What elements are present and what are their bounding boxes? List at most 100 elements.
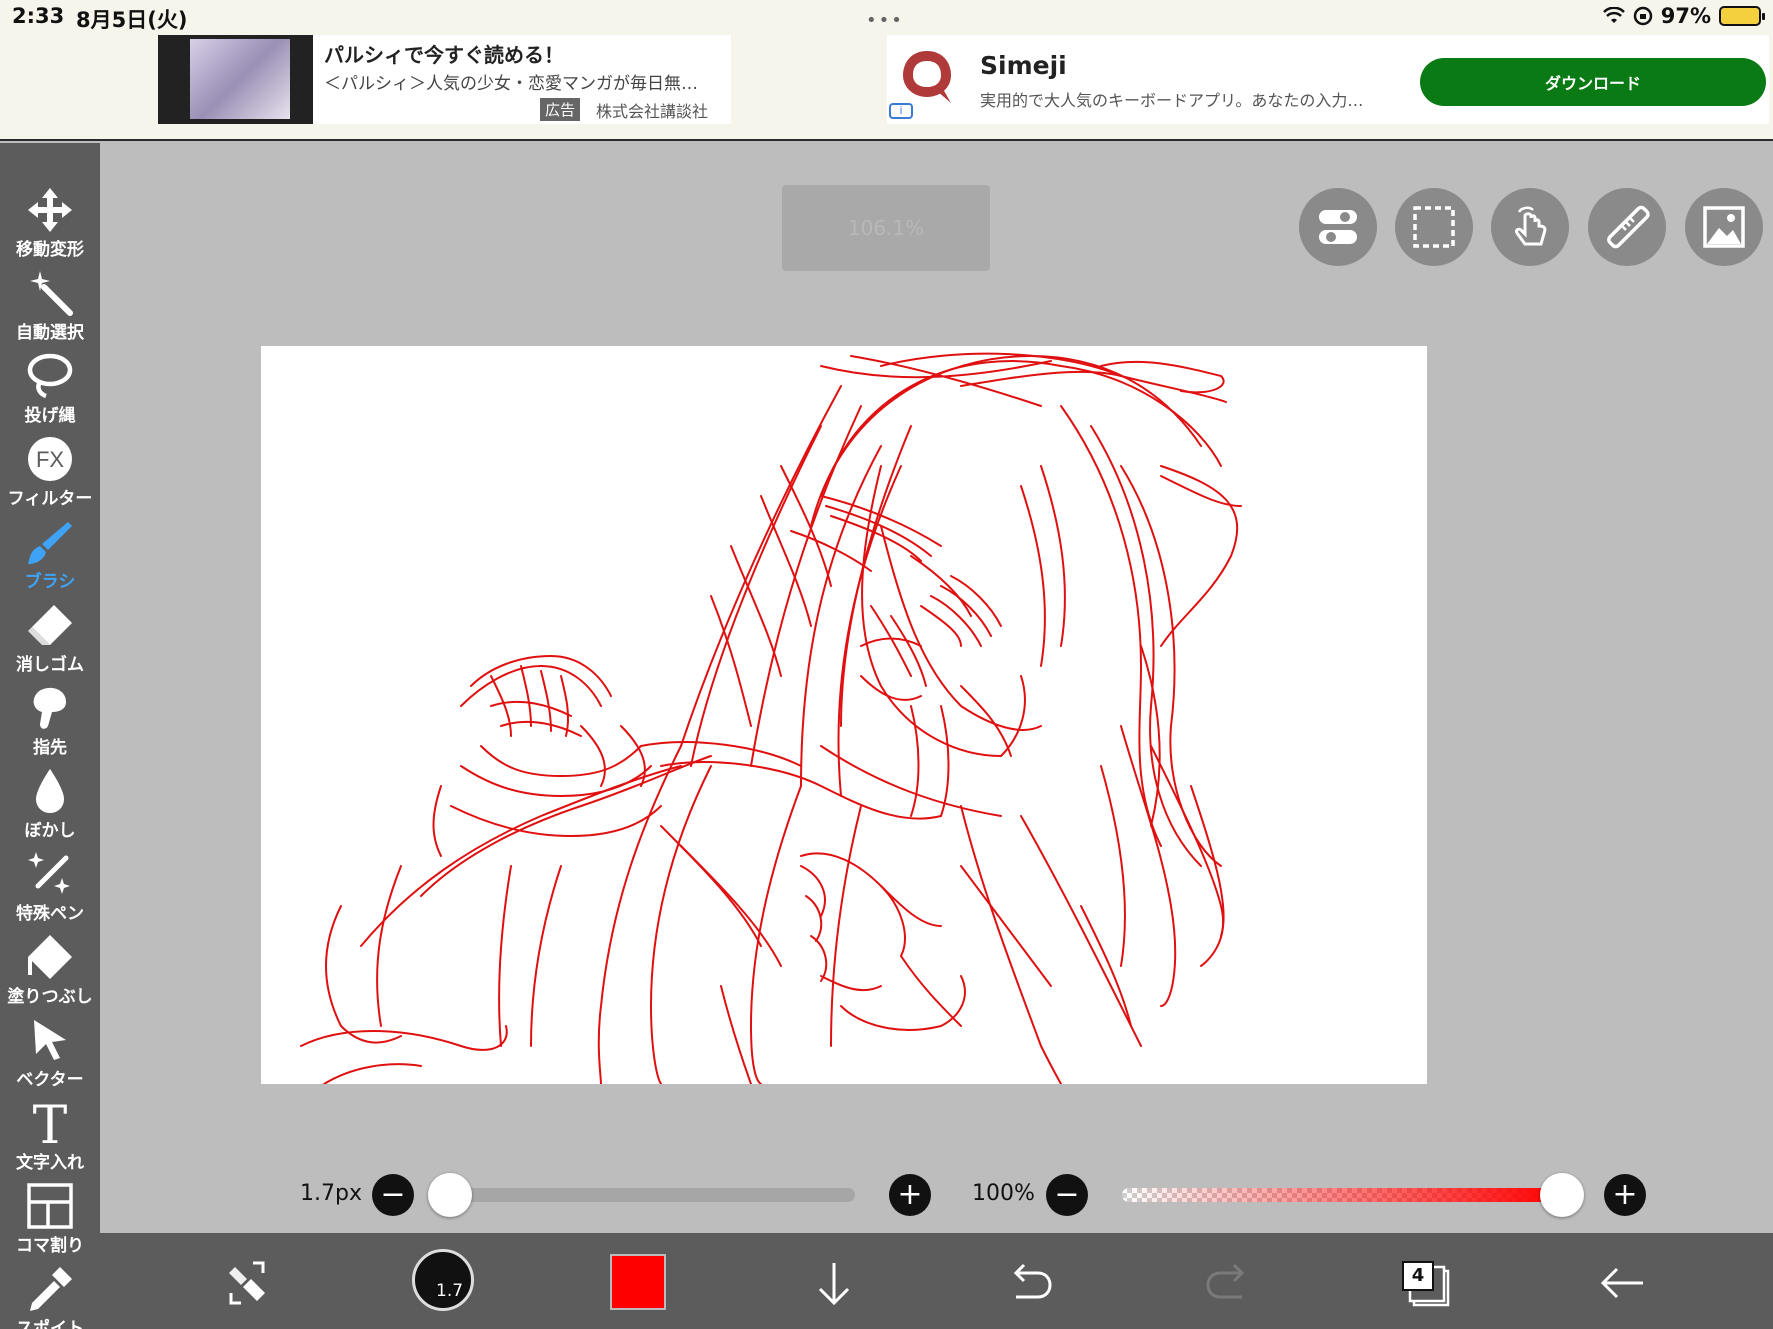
fx-filter-icon: FX: [28, 437, 72, 481]
battery-icon: [1719, 6, 1765, 26]
top-bar: 2:33 8月5日(火) ••• 97% パルシィで今すぐ読める！ ＜パルシィ＞…: [0, 0, 1773, 141]
ad-thumbnail: [158, 35, 313, 124]
swap-tool-icon: [229, 1261, 265, 1305]
ad-description: ＜パルシィ＞人気の少女・恋愛マンガが毎日無…: [324, 74, 698, 94]
redo-icon: [1206, 1263, 1245, 1299]
ruler-button[interactable]: [1588, 188, 1666, 266]
brush-size-label: 1.7px: [300, 1181, 362, 1206]
ad-banner-simeji[interactable]: i Simeji 実用的で大人気のキーボードアプリ。あなたの入力… ダウンロード: [887, 35, 1769, 124]
tool-lasso[interactable]: 投げ縄: [0, 351, 100, 433]
tool-label: 塗りつぶし: [7, 987, 93, 1007]
battery-percent: 97%: [1660, 4, 1711, 28]
download-button[interactable]: ダウンロード: [1420, 58, 1766, 106]
size-decrease-button[interactable]: −: [372, 1174, 414, 1216]
redo-button[interactable]: [1198, 1253, 1258, 1313]
panel-divide-icon: [27, 1183, 73, 1229]
layer-count: 4: [1402, 1261, 1434, 1291]
tool-label: ベクター: [16, 1070, 84, 1090]
tool-label: 移動変形: [16, 240, 84, 260]
tool-label: 投げ縄: [24, 406, 76, 426]
bottom-toolbar: 1.7 4: [100, 1233, 1773, 1329]
tool-blur[interactable]: ぼかし: [0, 766, 100, 848]
move-transform-icon: [28, 188, 72, 232]
tool-eyedropper[interactable]: スポイト: [0, 1264, 100, 1329]
undo-icon: [1013, 1263, 1052, 1299]
ad-description: 実用的で大人気のキーボードアプリ。あなたの入力…: [980, 91, 1364, 110]
tool-eraser[interactable]: 消しゴム: [0, 600, 100, 682]
tool-label: スポイト: [16, 1319, 84, 1329]
tool-brush[interactable]: ブラシ: [0, 517, 100, 599]
back-button[interactable]: [1593, 1253, 1653, 1313]
blur-drop-icon: [36, 769, 64, 813]
swap-tool-button[interactable]: [217, 1253, 277, 1313]
tool-magic-wand[interactable]: 自動選択: [0, 268, 100, 350]
eraser-icon: [28, 605, 72, 645]
opacity-label: 100%: [972, 1181, 1035, 1206]
back-arrow-icon: [1600, 1267, 1643, 1299]
download-button[interactable]: [804, 1253, 864, 1313]
tool-smudge[interactable]: 指先: [0, 683, 100, 765]
ad-banner-parcy[interactable]: パルシィで今すぐ読める！ ＜パルシィ＞人気の少女・恋愛マンガが毎日無… 広告 株…: [158, 35, 731, 124]
tool-move-transform[interactable]: 移動変形: [0, 185, 100, 267]
ad-title: Simeji: [980, 51, 1067, 80]
brush-size-slider-thumb[interactable]: [428, 1173, 472, 1217]
image-icon: [1703, 206, 1745, 248]
toggle-icon: [1319, 210, 1357, 244]
tool-filter[interactable]: FX フィルター: [0, 434, 100, 516]
tool-vector[interactable]: ベクター: [0, 1015, 100, 1097]
tool-label: 特殊ペン: [16, 904, 84, 924]
touch-gesture-icon: [1515, 206, 1547, 246]
vector-arrow-icon: [34, 1020, 66, 1060]
lasso-icon: [27, 353, 73, 399]
brush-size-slider[interactable]: [450, 1188, 855, 1202]
drawing-canvas[interactable]: [261, 346, 1427, 1084]
fill-bucket-icon: [28, 935, 72, 979]
tool-fill[interactable]: 塗りつぶし: [0, 932, 100, 1014]
tool-label: 消しゴム: [16, 655, 84, 675]
tool-label: フィルター: [7, 489, 93, 509]
ruler-icon: [1607, 205, 1650, 249]
tool-label: 自動選択: [16, 323, 84, 343]
toggle-button[interactable]: [1299, 188, 1377, 266]
tool-label: ブラシ: [24, 572, 76, 592]
brush-icon: [28, 522, 72, 564]
multitasking-dots[interactable]: •••: [866, 10, 904, 31]
tool-label: 文字入れ: [16, 1153, 84, 1173]
ad-company: 株式会社講談社: [596, 102, 709, 121]
tool-text[interactable]: T 文字入れ: [0, 1098, 100, 1180]
opacity-slider-thumb[interactable]: [1540, 1173, 1584, 1217]
brush-size-value: 1.7: [436, 1281, 464, 1301]
image-button[interactable]: [1685, 188, 1763, 266]
wifi-icon: [1602, 7, 1625, 23]
opacity-decrease-button[interactable]: −: [1046, 1174, 1088, 1216]
download-arrow-icon: [818, 1263, 850, 1306]
size-increase-button[interactable]: +: [889, 1174, 931, 1216]
undo-button[interactable]: [1000, 1253, 1060, 1313]
simeji-logo-icon: [903, 51, 951, 103]
status-date: 8月5日(火): [76, 8, 188, 32]
selection-rect-icon: [1413, 206, 1455, 248]
tool-special-pen[interactable]: 特殊ペン: [0, 849, 100, 931]
opacity-slider[interactable]: [1122, 1188, 1562, 1202]
tool-label: ぼかし: [24, 821, 76, 841]
brush-size-icon[interactable]: [412, 1249, 474, 1311]
ad-title: パルシィで今すぐ読める！: [324, 43, 564, 67]
ad-info-icon[interactable]: i: [889, 103, 913, 119]
tool-panel-divide[interactable]: コマ割り: [0, 1181, 100, 1263]
selection-button[interactable]: [1395, 188, 1473, 266]
special-pen-icon: [28, 852, 70, 894]
gesture-button[interactable]: [1491, 188, 1569, 266]
smudge-finger-icon: [33, 687, 66, 729]
svg-text:FX: FX: [36, 447, 64, 472]
zoom-indicator: 106.1%: [782, 185, 990, 271]
status-right: 97%: [1602, 4, 1765, 28]
opacity-increase-button[interactable]: +: [1604, 1174, 1646, 1216]
magic-wand-icon: [30, 271, 73, 316]
ad-badge: 広告: [540, 98, 581, 121]
svg-text:T: T: [33, 1099, 68, 1147]
tool-label: コマ割り: [16, 1236, 84, 1256]
tool-label: 指先: [33, 738, 67, 758]
color-swatch[interactable]: [610, 1254, 666, 1310]
text-tool-icon: T: [33, 1099, 68, 1147]
orientation-lock-icon: [1633, 6, 1652, 26]
